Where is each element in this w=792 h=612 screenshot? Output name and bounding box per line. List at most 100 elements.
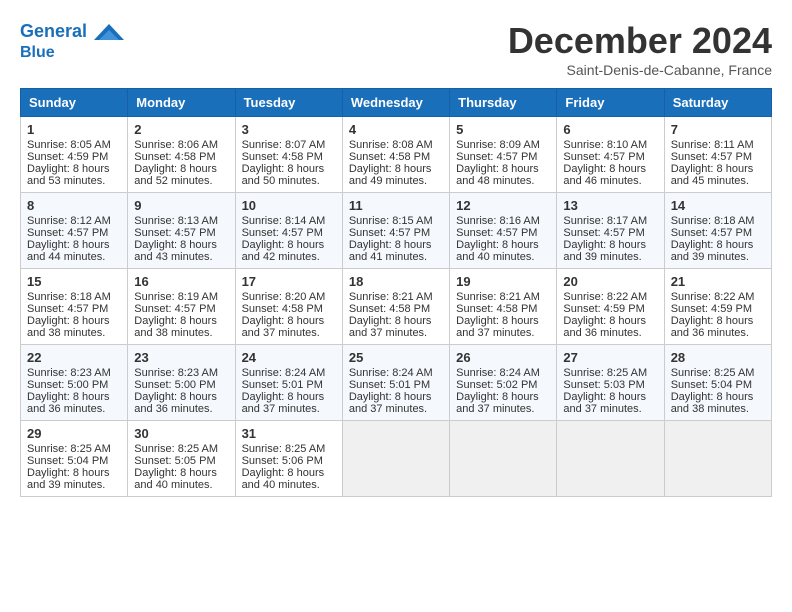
calendar-cell: 22 Sunrise: 8:23 AM Sunset: 5:00 PM Dayl…	[21, 345, 128, 421]
day-number: 30	[134, 426, 228, 441]
sunset-label: Sunset: 4:58 PM	[349, 303, 430, 315]
calendar-cell: 19 Sunrise: 8:21 AM Sunset: 4:58 PM Dayl…	[450, 269, 557, 345]
sunrise-label: Sunrise: 8:21 AM	[456, 291, 540, 303]
sunrise-label: Sunrise: 8:14 AM	[242, 215, 326, 227]
sunrise-label: Sunrise: 8:08 AM	[349, 139, 433, 151]
day-number: 15	[27, 274, 121, 289]
daylight-label: Daylight: 8 hours and 48 minutes.	[456, 163, 539, 187]
calendar-cell	[664, 421, 771, 497]
daylight-label: Daylight: 8 hours and 44 minutes.	[27, 239, 110, 263]
day-number: 1	[27, 122, 121, 137]
calendar-cell: 5 Sunrise: 8:09 AM Sunset: 4:57 PM Dayli…	[450, 117, 557, 193]
day-number: 14	[671, 198, 765, 213]
sunrise-label: Sunrise: 8:10 AM	[563, 139, 647, 151]
daylight-label: Daylight: 8 hours and 37 minutes.	[456, 391, 539, 415]
calendar-cell: 27 Sunrise: 8:25 AM Sunset: 5:03 PM Dayl…	[557, 345, 664, 421]
sunrise-label: Sunrise: 8:18 AM	[671, 215, 755, 227]
sunrise-label: Sunrise: 8:22 AM	[671, 291, 755, 303]
daylight-label: Daylight: 8 hours and 37 minutes.	[242, 391, 325, 415]
day-number: 7	[671, 122, 765, 137]
col-header-thursday: Thursday	[450, 89, 557, 117]
sunrise-label: Sunrise: 8:20 AM	[242, 291, 326, 303]
sunset-label: Sunset: 4:57 PM	[456, 151, 537, 163]
month-title: December 2024	[508, 20, 772, 62]
sunrise-label: Sunrise: 8:05 AM	[27, 139, 111, 151]
col-header-monday: Monday	[128, 89, 235, 117]
day-number: 13	[563, 198, 657, 213]
day-number: 3	[242, 122, 336, 137]
calendar-cell: 4 Sunrise: 8:08 AM Sunset: 4:58 PM Dayli…	[342, 117, 449, 193]
day-number: 10	[242, 198, 336, 213]
sunrise-label: Sunrise: 8:16 AM	[456, 215, 540, 227]
sunset-label: Sunset: 5:01 PM	[242, 379, 323, 391]
day-number: 2	[134, 122, 228, 137]
daylight-label: Daylight: 8 hours and 38 minutes.	[671, 391, 754, 415]
day-number: 22	[27, 350, 121, 365]
calendar-cell: 20 Sunrise: 8:22 AM Sunset: 4:59 PM Dayl…	[557, 269, 664, 345]
daylight-label: Daylight: 8 hours and 38 minutes.	[27, 315, 110, 339]
sunset-label: Sunset: 4:57 PM	[671, 151, 752, 163]
sunset-label: Sunset: 4:57 PM	[563, 227, 644, 239]
calendar-table: SundayMondayTuesdayWednesdayThursdayFrid…	[20, 88, 772, 497]
sunrise-label: Sunrise: 8:25 AM	[671, 367, 755, 379]
sunrise-label: Sunrise: 8:25 AM	[27, 443, 111, 455]
sunset-label: Sunset: 4:58 PM	[456, 303, 537, 315]
day-number: 19	[456, 274, 550, 289]
col-header-friday: Friday	[557, 89, 664, 117]
calendar-cell: 30 Sunrise: 8:25 AM Sunset: 5:05 PM Dayl…	[128, 421, 235, 497]
daylight-label: Daylight: 8 hours and 42 minutes.	[242, 239, 325, 263]
calendar-cell: 13 Sunrise: 8:17 AM Sunset: 4:57 PM Dayl…	[557, 193, 664, 269]
daylight-label: Daylight: 8 hours and 43 minutes.	[134, 239, 217, 263]
sunset-label: Sunset: 5:01 PM	[349, 379, 430, 391]
daylight-label: Daylight: 8 hours and 37 minutes.	[242, 315, 325, 339]
sunrise-label: Sunrise: 8:24 AM	[456, 367, 540, 379]
sunset-label: Sunset: 5:05 PM	[134, 455, 215, 467]
sunset-label: Sunset: 4:58 PM	[242, 303, 323, 315]
daylight-label: Daylight: 8 hours and 40 minutes.	[456, 239, 539, 263]
sunrise-label: Sunrise: 8:24 AM	[242, 367, 326, 379]
sunrise-label: Sunrise: 8:13 AM	[134, 215, 218, 227]
calendar-cell: 12 Sunrise: 8:16 AM Sunset: 4:57 PM Dayl…	[450, 193, 557, 269]
day-number: 31	[242, 426, 336, 441]
day-number: 27	[563, 350, 657, 365]
daylight-label: Daylight: 8 hours and 36 minutes.	[27, 391, 110, 415]
calendar-cell: 29 Sunrise: 8:25 AM Sunset: 5:04 PM Dayl…	[21, 421, 128, 497]
daylight-label: Daylight: 8 hours and 38 minutes.	[134, 315, 217, 339]
calendar-cell: 21 Sunrise: 8:22 AM Sunset: 4:59 PM Dayl…	[664, 269, 771, 345]
daylight-label: Daylight: 8 hours and 36 minutes.	[671, 315, 754, 339]
day-number: 26	[456, 350, 550, 365]
sunrise-label: Sunrise: 8:23 AM	[27, 367, 111, 379]
day-number: 21	[671, 274, 765, 289]
daylight-label: Daylight: 8 hours and 36 minutes.	[563, 315, 646, 339]
daylight-label: Daylight: 8 hours and 50 minutes.	[242, 163, 325, 187]
daylight-label: Daylight: 8 hours and 49 minutes.	[349, 163, 432, 187]
day-number: 16	[134, 274, 228, 289]
calendar-cell: 26 Sunrise: 8:24 AM Sunset: 5:02 PM Dayl…	[450, 345, 557, 421]
day-number: 12	[456, 198, 550, 213]
sunset-label: Sunset: 4:57 PM	[134, 303, 215, 315]
col-header-saturday: Saturday	[664, 89, 771, 117]
day-number: 20	[563, 274, 657, 289]
day-number: 6	[563, 122, 657, 137]
calendar-cell: 10 Sunrise: 8:14 AM Sunset: 4:57 PM Dayl…	[235, 193, 342, 269]
daylight-label: Daylight: 8 hours and 40 minutes.	[242, 467, 325, 491]
sunrise-label: Sunrise: 8:24 AM	[349, 367, 433, 379]
title-block: December 2024 Saint-Denis-de-Cabanne, Fr…	[508, 20, 772, 78]
day-number: 24	[242, 350, 336, 365]
sunset-label: Sunset: 4:57 PM	[349, 227, 430, 239]
sunset-label: Sunset: 5:03 PM	[563, 379, 644, 391]
sunset-label: Sunset: 4:58 PM	[134, 151, 215, 163]
calendar-cell: 16 Sunrise: 8:19 AM Sunset: 4:57 PM Dayl…	[128, 269, 235, 345]
logo: General Blue	[20, 20, 124, 62]
calendar-cell: 15 Sunrise: 8:18 AM Sunset: 4:57 PM Dayl…	[21, 269, 128, 345]
sunset-label: Sunset: 4:57 PM	[242, 227, 323, 239]
sunrise-label: Sunrise: 8:09 AM	[456, 139, 540, 151]
sunrise-label: Sunrise: 8:15 AM	[349, 215, 433, 227]
sunset-label: Sunset: 5:00 PM	[27, 379, 108, 391]
calendar-cell	[557, 421, 664, 497]
calendar-week-3: 15 Sunrise: 8:18 AM Sunset: 4:57 PM Dayl…	[21, 269, 772, 345]
day-number: 23	[134, 350, 228, 365]
calendar-cell: 11 Sunrise: 8:15 AM Sunset: 4:57 PM Dayl…	[342, 193, 449, 269]
daylight-label: Daylight: 8 hours and 41 minutes.	[349, 239, 432, 263]
sunset-label: Sunset: 4:58 PM	[349, 151, 430, 163]
